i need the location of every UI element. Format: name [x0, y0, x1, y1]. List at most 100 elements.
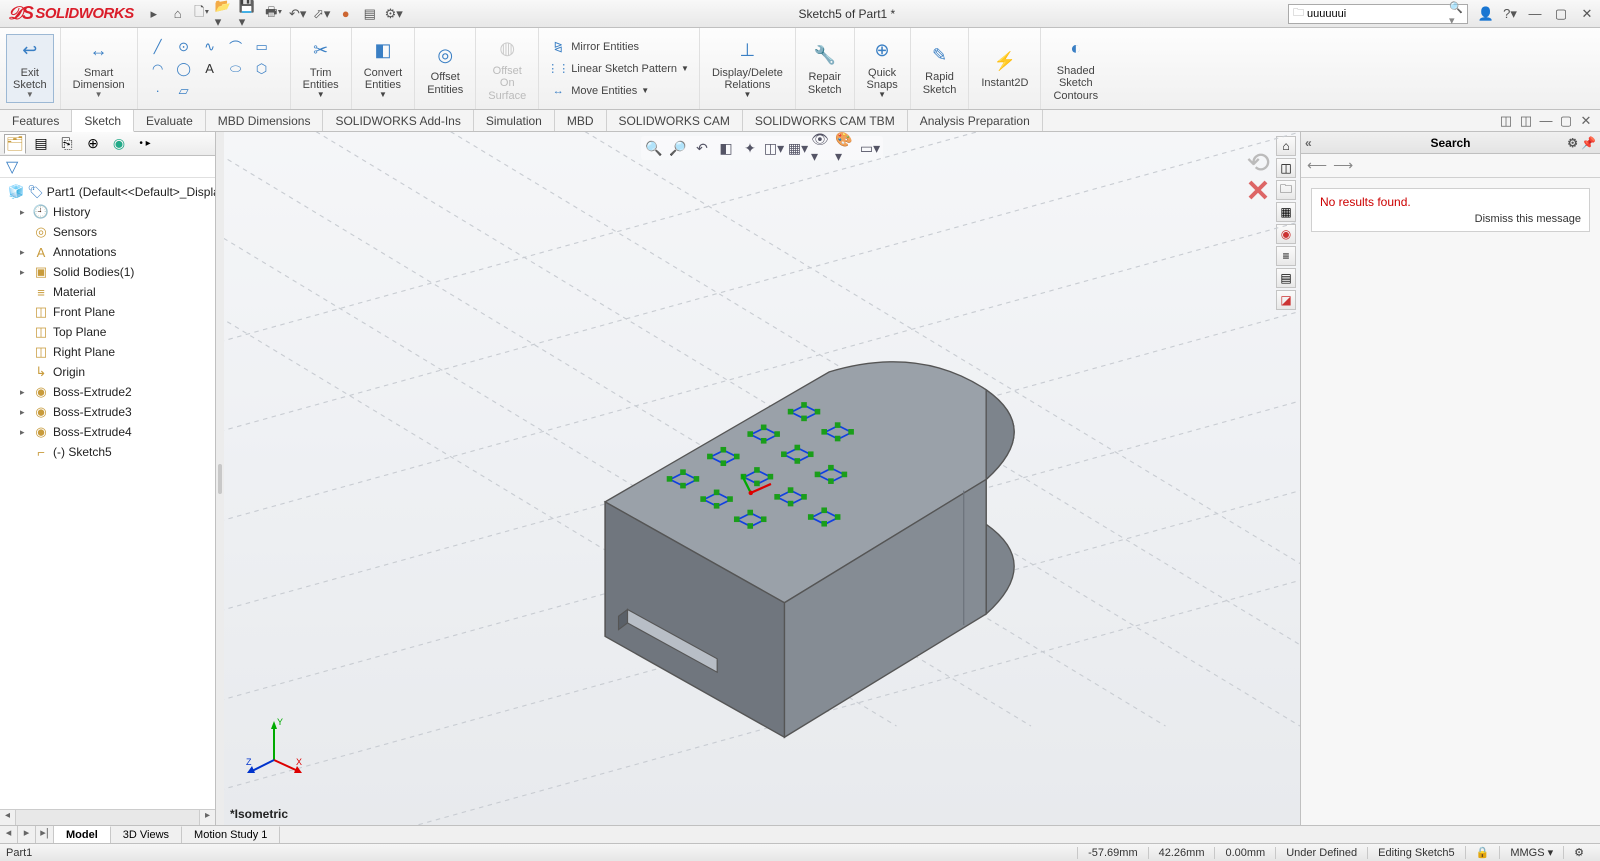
- trim-entities-button[interactable]: ✂ Trim Entities ▼: [297, 35, 345, 102]
- instant2d-button[interactable]: ⚡ Instant2D: [975, 45, 1034, 91]
- tab-sketch[interactable]: Sketch: [72, 110, 134, 132]
- home-icon[interactable]: ⌂: [167, 3, 189, 25]
- undo-icon[interactable]: ↶▾: [287, 3, 309, 25]
- bottom-tab-motion-study-1[interactable]: Motion Study 1: [182, 826, 280, 843]
- tree-item-front-plane[interactable]: ◫Front Plane: [0, 302, 215, 322]
- tree-filter[interactable]: ▽: [0, 156, 215, 178]
- tab-mbd[interactable]: MBD: [555, 110, 607, 131]
- options-gear-icon[interactable]: ⚙▾: [383, 3, 405, 25]
- panel-gear-icon[interactable]: ⚙: [1567, 136, 1578, 150]
- search-input[interactable]: [1307, 8, 1449, 20]
- print-icon[interactable]: 🖶▾: [263, 3, 285, 25]
- help-icon[interactable]: ?▾: [1499, 3, 1521, 25]
- circle-tool-icon[interactable]: ⊙: [172, 37, 196, 57]
- tab-mbd-dimensions[interactable]: MBD Dimensions: [206, 110, 324, 131]
- spline-tool-icon[interactable]: ∿: [198, 37, 222, 57]
- feature-manager-tab-icon[interactable]: 🗂: [4, 134, 26, 154]
- convert-entities-button[interactable]: ◧ Convert Entities ▼: [358, 35, 409, 102]
- ellipse-tool-icon[interactable]: ◯: [172, 59, 196, 79]
- graphics-viewport[interactable]: 🔍 🔎 ↶ ◧ ✦ ◫▾ ▦▾ 👁▾ 🎨▾ ▭▾ ⟲ ⌂ ◫ 🗀 ▦ ◉ ≡ ▤…: [224, 132, 1300, 825]
- bottom-tab-model[interactable]: Model: [54, 826, 111, 843]
- more-tabs-icon[interactable]: • ▸: [134, 134, 156, 154]
- nav-back-icon[interactable]: ⟵: [1307, 157, 1327, 174]
- plane-tool-icon[interactable]: ▱: [172, 81, 196, 101]
- panel-splitter[interactable]: [216, 132, 224, 825]
- bottom-tab-3d-views[interactable]: 3D Views: [111, 826, 182, 843]
- expand-icon[interactable]: ▸: [20, 207, 32, 218]
- rebuild-icon[interactable]: ●: [335, 3, 357, 25]
- shaded-contours-button[interactable]: ◐ Shaded Sketch Contours: [1047, 33, 1104, 103]
- slot-tool-icon[interactable]: ⬭: [224, 59, 248, 79]
- status-gear-icon[interactable]: ⚙: [1563, 846, 1594, 859]
- display-delete-relations-button[interactable]: ⊥ Display/Delete Relations ▼: [706, 35, 789, 102]
- tree-item-solid-bodies-1-[interactable]: ▸▣Solid Bodies(1): [0, 262, 215, 282]
- tab-scroll-left-icon[interactable]: ◂: [0, 826, 18, 843]
- expand-icon[interactable]: ▸: [20, 247, 32, 258]
- nav-forward-icon[interactable]: ⟶: [1333, 157, 1353, 174]
- dropdown-icon[interactable]: ▼: [379, 91, 387, 100]
- expand-icon[interactable]: ▸: [20, 387, 32, 398]
- point-tool-icon[interactable]: ·: [146, 81, 170, 101]
- mirror-entities-button[interactable]: ⧎Mirror Entities: [545, 36, 643, 58]
- panel-collapse-icon[interactable]: «: [1305, 136, 1312, 150]
- tab-solidworks-add-ins[interactable]: SOLIDWORKS Add-Ins: [323, 110, 473, 131]
- dropdown-icon[interactable]: ▼: [681, 64, 689, 73]
- dropdown-icon[interactable]: ▼: [95, 91, 103, 100]
- open-file-icon[interactable]: 📂▾: [215, 3, 237, 25]
- linear-pattern-button[interactable]: ⋮⋮Linear Sketch Pattern ▼: [545, 58, 693, 80]
- repair-sketch-button[interactable]: 🔧 Repair Sketch: [802, 39, 848, 97]
- scroll-left-icon[interactable]: ◂: [0, 810, 16, 825]
- tree-item-history[interactable]: ▸🕘History: [0, 202, 215, 222]
- config-manager-tab-icon[interactable]: ⎘: [56, 134, 78, 154]
- doc-collapse-icon[interactable]: ◫: [1496, 113, 1516, 129]
- rapid-sketch-button[interactable]: ✎ Rapid Sketch: [917, 39, 963, 97]
- tree-item-annotations[interactable]: ▸AAnnotations: [0, 242, 215, 262]
- tree-root[interactable]: 🧊 🏷 Part1 (Default<<Default>_Displa: [0, 182, 215, 202]
- rectangle-tool-icon[interactable]: ▭: [250, 37, 274, 57]
- tab-analysis-preparation[interactable]: Analysis Preparation: [908, 110, 1043, 131]
- tree-item-boss-extrude3[interactable]: ▸◉Boss-Extrude3: [0, 402, 215, 422]
- dropdown-icon[interactable]: ▼: [878, 91, 886, 100]
- tree-item-material-not-specified-[interactable]: ≡Material: [0, 282, 215, 302]
- new-file-icon[interactable]: 🗋▾: [191, 3, 213, 25]
- tree-item--sketch5[interactable]: ⌐(-) Sketch5: [0, 442, 215, 462]
- dimxpert-tab-icon[interactable]: ⊕: [82, 134, 104, 154]
- scroll-track[interactable]: [16, 810, 199, 825]
- display-manager-tab-icon[interactable]: ◉: [108, 134, 130, 154]
- arc-tool-icon[interactable]: ◠: [146, 59, 170, 79]
- expand-icon[interactable]: ▸: [20, 267, 32, 278]
- minimize-button[interactable]: —: [1523, 3, 1547, 25]
- tab-simulation[interactable]: Simulation: [474, 110, 555, 131]
- tree-item-boss-extrude2[interactable]: ▸◉Boss-Extrude2: [0, 382, 215, 402]
- tree-item-origin[interactable]: ↳Origin: [0, 362, 215, 382]
- doc-maximize-icon[interactable]: ▢: [1556, 113, 1576, 129]
- dismiss-message-link[interactable]: Dismiss this message: [1320, 213, 1581, 225]
- scroll-right-icon[interactable]: ▸: [199, 810, 215, 825]
- tab-evaluate[interactable]: Evaluate: [134, 110, 206, 131]
- select-icon[interactable]: ⬀▾: [311, 3, 333, 25]
- file-props-icon[interactable]: ▤: [359, 3, 381, 25]
- tree-item-boss-extrude4[interactable]: ▸◉Boss-Extrude4: [0, 422, 215, 442]
- smart-dimension-button[interactable]: ↔ Smart Dimension ▼: [67, 35, 131, 102]
- tab-solidworks-cam-tbm[interactable]: SOLIDWORKS CAM TBM: [743, 110, 908, 131]
- status-custom-icon[interactable]: 🔒: [1465, 846, 1500, 859]
- expand-icon[interactable]: ▸: [20, 427, 32, 438]
- polygon-tool-icon[interactable]: ⬡: [250, 59, 274, 79]
- status-units[interactable]: MMGS ▾: [1499, 846, 1563, 859]
- property-manager-tab-icon[interactable]: ▤: [30, 134, 52, 154]
- dropdown-icon[interactable]: ▼: [641, 86, 649, 95]
- tree-item-sensors[interactable]: ◎Sensors: [0, 222, 215, 242]
- tab-features[interactable]: Features: [0, 110, 72, 131]
- quick-snaps-button[interactable]: ⊕ Quick Snaps ▼: [861, 35, 904, 102]
- dropdown-icon[interactable]: ▼: [743, 91, 751, 100]
- expand-icon[interactable]: ▸: [20, 407, 32, 418]
- dropdown-icon[interactable]: ▼: [26, 91, 34, 100]
- qa-menu-arrow-icon[interactable]: ▸: [143, 3, 165, 25]
- orientation-triad[interactable]: Y X Z: [244, 715, 304, 775]
- tree-item-right-plane[interactable]: ◫Right Plane: [0, 342, 215, 362]
- panel-pin-icon[interactable]: 📌: [1581, 136, 1596, 150]
- fillet-tool-icon[interactable]: ⌒: [224, 37, 248, 57]
- move-entities-button[interactable]: ↔Move Entities ▼: [545, 80, 653, 102]
- search-box[interactable]: 🗀 🔍▾: [1288, 4, 1468, 24]
- tab-scroll-right-icon[interactable]: ▸: [18, 826, 36, 843]
